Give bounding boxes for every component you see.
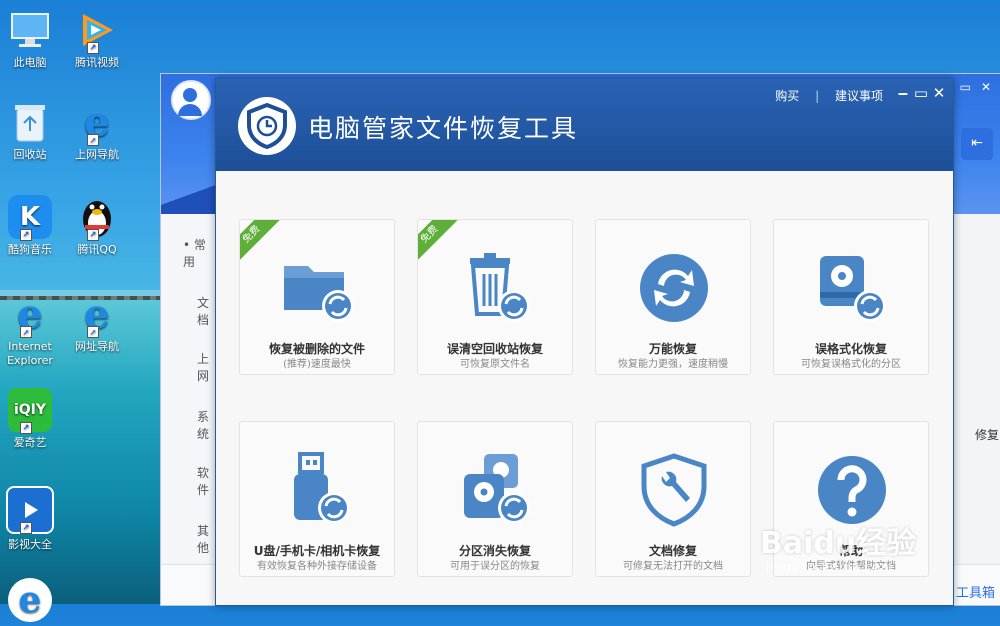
desktop-icon-web-nav[interactable]: e ↗ 上网导航: [64, 98, 130, 162]
shortcut-arrow-icon: ↗: [20, 229, 32, 241]
header-decoration: [161, 174, 221, 214]
video-player-icon: ↗: [6, 486, 54, 534]
desktop-icon-internet-explorer[interactable]: e ↗ Internet Explorer: [0, 290, 63, 368]
close-button[interactable]: ✕: [931, 85, 947, 101]
sidebar-item-system[interactable]: 系统: [197, 408, 217, 442]
exit-mode-icon[interactable]: ⇤: [961, 128, 993, 160]
ie-icon: e ↗: [84, 98, 110, 146]
desktop-icon-label: 影视大全: [8, 538, 52, 551]
desktop-icon-iqiyi[interactable]: iQIY ↗ 爱奇艺: [0, 388, 63, 450]
tile-usb-recover[interactable]: U盘/手机卡/相机卡恢复 有效恢复各种外接存储设备: [239, 421, 395, 577]
user-avatar-icon[interactable]: [171, 80, 211, 120]
sidebar-item-docs[interactable]: 文档: [197, 294, 217, 328]
tile-universal-recover[interactable]: 万能恢复 恢复能力更强，速度稍慢: [595, 219, 751, 375]
shield-clock-logo-icon: [238, 97, 296, 155]
sidebar-item-label: 常用: [183, 238, 206, 269]
tile-recycle-bin-recover[interactable]: 免费 误清空回收站恢复 可恢复原文件名: [417, 219, 573, 375]
desktop-icon-label: 回收站: [13, 148, 47, 161]
bg-close-icon[interactable]: ✕: [981, 80, 991, 94]
folder-recover-icon: [284, 266, 354, 322]
shortcut-arrow-icon: ↗: [87, 42, 99, 54]
desktop-icon-qq[interactable]: ↗ 腾讯QQ: [64, 195, 130, 257]
qq-penguin-icon: ↗: [75, 195, 119, 241]
desktop-icon-label: 腾讯视频: [75, 56, 119, 69]
shortcut-arrow-icon: ↗: [87, 229, 99, 241]
disk-format-recover-icon: [820, 256, 886, 322]
sidebar-item-common[interactable]: • 常用: [183, 236, 217, 270]
sidebar-item-label: 其他: [197, 524, 210, 555]
header-links: 购买 | 建议事项: [775, 87, 883, 104]
shortcut-arrow-icon: ↗: [87, 326, 99, 338]
ie-icon: e ↗: [84, 290, 110, 338]
bg-right-text: 修复: [974, 428, 999, 442]
link-separator: |: [815, 89, 820, 103]
iqiyi-icon: iQIY ↗: [8, 388, 52, 434]
ie-icon: e: [8, 578, 52, 622]
shortcut-arrow-icon: ↗: [20, 326, 32, 338]
sidebar-item-internet[interactable]: 上网: [197, 350, 217, 384]
tile-description: 有效恢复各种外接存储设备: [257, 561, 377, 572]
desktop-icon-kugou[interactable]: K ↗ 酷狗音乐: [0, 195, 63, 257]
recycle-bin-recover-icon: [470, 253, 530, 322]
tile-description: 恢复能力更强，速度稍慢: [618, 359, 728, 370]
desktop-icon-label: 爱奇艺: [13, 436, 47, 449]
sidebar-item-other[interactable]: 其他: [197, 522, 217, 556]
bg-minimize-icon[interactable]: ▭: [960, 80, 971, 94]
desktop-icon-tencent-video[interactable]: ↗ 腾讯视频: [64, 8, 130, 70]
background-app-sidebar: • 常用 文档 上网 系统 软件 其他: [161, 214, 217, 605]
tencent-video-icon: ↗: [75, 8, 119, 54]
computer-icon: [8, 8, 52, 52]
minimize-button[interactable]: ‒: [895, 85, 911, 101]
partition-recover-icon: [464, 454, 530, 524]
buy-link[interactable]: 购买: [775, 89, 799, 103]
document-repair-icon: [641, 453, 707, 527]
tile-description: 可恢复原文件名: [460, 359, 530, 370]
ie-icon: e ↗: [17, 290, 43, 338]
desktop-icon-movies[interactable]: ↗ 影视大全: [0, 486, 63, 552]
tile-recover-deleted[interactable]: 免费 恢复被删除的文件 (推荐)速度最快: [239, 219, 395, 375]
desktop-icon-partial[interactable]: e: [0, 578, 63, 626]
recycle-bin-icon: [8, 100, 52, 144]
tile-description: 可恢复误格式化的分区: [801, 359, 901, 370]
tile-partition-recover[interactable]: 分区消失恢复 可用于误分区的恢复: [417, 421, 573, 577]
universal-recover-icon: [640, 254, 708, 322]
desktop-icon-label: Internet Explorer: [7, 340, 53, 367]
shortcut-arrow-icon: ↗: [20, 422, 32, 434]
tile-description: 可修复无法打开的文档: [623, 561, 723, 572]
suggestion-link[interactable]: 建议事项: [835, 89, 883, 103]
sidebar-item-software[interactable]: 软件: [197, 464, 217, 498]
desktop-icon-label: 腾讯QQ: [77, 243, 117, 256]
shortcut-arrow-icon: ↗: [20, 522, 32, 534]
shortcut-arrow-icon: ↗: [87, 134, 99, 146]
maximize-button[interactable]: ▭: [913, 85, 929, 101]
tile-format-recover[interactable]: 误格式化恢复 可恢复误格式化的分区: [773, 219, 929, 375]
tile-description: 可用于误分区的恢复: [450, 561, 540, 572]
desktop-icon-label: 此电脑: [13, 56, 47, 69]
desktop-icon-label: 酷狗音乐: [8, 243, 52, 256]
sidebar-item-label: 上网: [197, 352, 210, 383]
free-badge-label: 免费: [240, 220, 280, 263]
sidebar-item-label: 文档: [197, 296, 210, 327]
tile-document-repair[interactable]: 文档修复 可修复无法打开的文档: [595, 421, 751, 577]
desktop-icon-recycle-bin[interactable]: 回收站: [0, 100, 63, 162]
dialog-header: 电脑管家文件恢复工具 购买 | 建议事项 ‒ ▭ ✕: [216, 79, 953, 171]
free-badge-label: 免费: [418, 220, 458, 263]
baidu-jingyan-watermark: Baidu经验: [760, 526, 917, 561]
desktop-icon-label: 上网导航: [75, 148, 119, 161]
sidebar-item-label: 软件: [197, 466, 210, 497]
sidebar-item-label: 系统: [197, 410, 210, 441]
help-icon: [818, 456, 886, 524]
usb-recover-icon: [294, 452, 350, 524]
desktop-icon-url-nav[interactable]: e ↗ 网址导航: [64, 290, 130, 354]
desktop-icon-label: 网址导航: [75, 340, 119, 353]
toolbox-link[interactable]: 工具箱: [956, 582, 995, 601]
desktop-icon-this-pc[interactable]: 此电脑: [0, 8, 63, 70]
kugou-icon: K ↗: [8, 195, 52, 241]
watermark-url: jingyan.baidu.com: [766, 560, 894, 574]
tile-description: (推荐)速度最快: [283, 359, 351, 370]
dialog-title: 电脑管家文件恢复工具: [308, 114, 579, 143]
